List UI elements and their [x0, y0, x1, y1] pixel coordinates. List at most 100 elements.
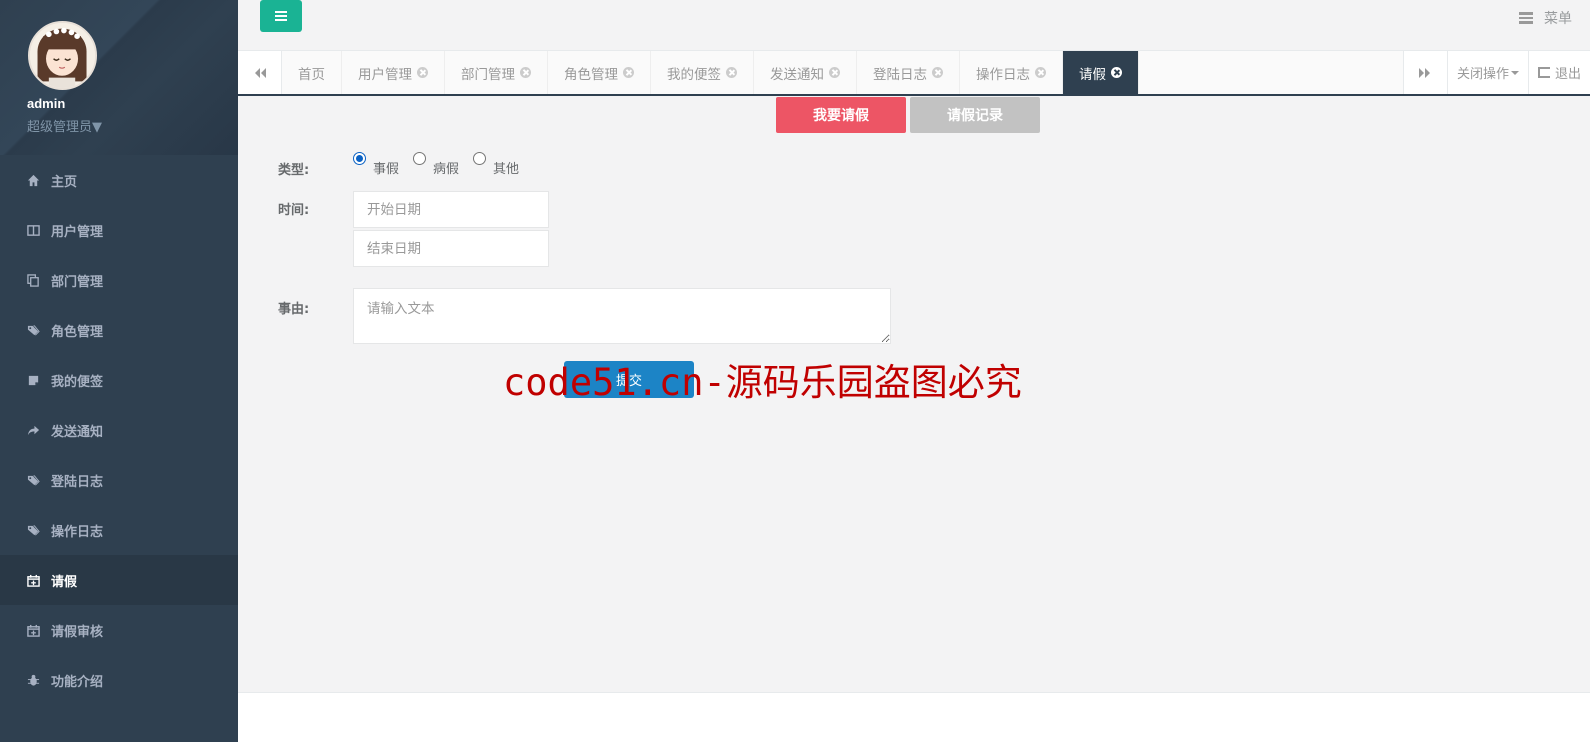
tab[interactable]: 首页 — [282, 51, 342, 94]
close-circle-icon[interactable] — [1111, 67, 1122, 78]
type-label: 类型: — [278, 163, 310, 178]
sidebar-item[interactable]: 用户管理 — [0, 205, 238, 255]
end-date-input[interactable] — [353, 230, 549, 267]
double-left-icon — [254, 67, 266, 78]
tab[interactable]: 请假 — [1063, 51, 1139, 94]
leave-type-option[interactable]: 病假 — [413, 152, 459, 177]
close-operations-label: 关闭操作 — [1456, 67, 1509, 82]
request-leave-button[interactable]: 我要请假 — [776, 97, 906, 133]
profile-name: admin — [27, 96, 66, 111]
sidebar-item[interactable]: 发送通知 — [0, 405, 238, 455]
sidebar-item-label: 角色管理 — [51, 324, 104, 340]
double-right-icon — [1419, 67, 1431, 78]
tags-icon — [26, 523, 40, 537]
tab[interactable]: 用户管理 — [342, 51, 445, 94]
reason-label: 事由: — [278, 302, 310, 317]
sidebar-item[interactable]: 主页 — [0, 155, 238, 205]
sidebar-item[interactable]: 功能介绍 — [0, 655, 238, 705]
home-icon — [26, 173, 40, 187]
leave-type-option[interactable]: 其他 — [473, 152, 519, 177]
tab[interactable]: 操作日志 — [960, 51, 1063, 94]
tags-icon — [26, 323, 40, 337]
tab[interactable]: 角色管理 — [548, 51, 651, 94]
reason-textarea[interactable] — [353, 288, 891, 344]
copy-icon — [26, 273, 40, 287]
radio-label: 事假 — [373, 162, 400, 177]
radio-button[interactable] — [353, 152, 366, 165]
radio-button[interactable] — [413, 152, 427, 165]
top-menu-button[interactable]: 菜单 — [1519, 8, 1572, 28]
tab-label: 角色管理 — [564, 66, 618, 83]
sidebar-toggle-button[interactable] — [260, 0, 302, 32]
tags-icon — [26, 473, 40, 487]
top-menu-label: 菜单 — [1544, 11, 1572, 27]
tab-label: 发送通知 — [770, 66, 824, 83]
leave-type-radio-group: 事假 病假 其他 — [353, 152, 533, 177]
radio-label: 其他 — [493, 162, 520, 177]
sidebar-item[interactable]: 我的便签 — [0, 355, 238, 405]
sidebar-item-label: 功能介绍 — [51, 674, 104, 690]
columns-icon — [26, 223, 40, 237]
tab-label: 我的便签 — [667, 66, 721, 83]
sidebar-item-label: 请假 — [51, 574, 78, 590]
radio-label: 病假 — [433, 162, 460, 177]
sidebar-item[interactable]: 请假审核 — [0, 605, 238, 655]
bars-icon — [275, 11, 287, 21]
logout-button[interactable]: 退出 — [1527, 51, 1590, 94]
sidebar-item[interactable]: 登陆日志 — [0, 455, 238, 505]
close-circle-icon[interactable] — [726, 67, 737, 78]
logout-label: 退出 — [1554, 67, 1581, 82]
avatar-image — [30, 23, 95, 88]
tab-label: 登陆日志 — [873, 66, 927, 83]
radio-button[interactable] — [473, 152, 487, 165]
top-bar: 菜单 — [238, 0, 1590, 51]
tab-scroll-left-button[interactable] — [238, 51, 282, 94]
sidebar-item[interactable]: 部门管理 — [0, 255, 238, 305]
profile-panel: admin 超级管理员▼ — [0, 0, 238, 155]
share-icon — [26, 423, 40, 437]
avatar[interactable] — [28, 21, 97, 90]
close-circle-icon[interactable] — [1035, 67, 1046, 78]
sidebar-item-label: 请假审核 — [51, 624, 104, 640]
tab-label: 操作日志 — [976, 66, 1030, 83]
sticky-note-icon — [26, 373, 40, 387]
sidebar-item-label: 部门管理 — [51, 274, 104, 290]
footer — [238, 692, 1590, 742]
close-circle-icon[interactable] — [829, 67, 840, 78]
main-content: 我要请假 请假记录 类型: 事假病假其他 时间: 事由: 提交 code51.c… — [238, 96, 1590, 692]
close-circle-icon[interactable] — [932, 67, 943, 78]
tab-label: 用户管理 — [358, 66, 412, 83]
profile-role-dropdown[interactable]: 超级管理员▼ — [27, 116, 102, 135]
tab[interactable]: 部门管理 — [445, 51, 548, 94]
sidebar-item-label: 用户管理 — [51, 224, 104, 240]
tab[interactable]: 登陆日志 — [857, 51, 960, 94]
caret-down-icon — [1510, 70, 1519, 75]
tab[interactable]: 发送通知 — [754, 51, 857, 94]
close-circle-icon[interactable] — [520, 67, 531, 78]
sign-out-icon — [1537, 67, 1550, 78]
tab-actions: 关闭操作 退出 — [1402, 51, 1590, 94]
sidebar-item-label: 登陆日志 — [51, 474, 104, 490]
sidebar-item-label: 我的便签 — [51, 374, 104, 390]
menu-icon — [1519, 12, 1533, 24]
sidebar-item-label: 主页 — [51, 174, 78, 190]
submit-button[interactable]: 提交 — [564, 361, 694, 398]
sidebar: admin 超级管理员▼ 主页用户管理部门管理角色管理我的便签发送通知登陆日志操… — [0, 0, 238, 742]
start-date-input[interactable] — [353, 191, 549, 228]
tab-label: 部门管理 — [461, 66, 515, 83]
sidebar-item-label: 发送通知 — [51, 424, 104, 440]
close-circle-icon[interactable] — [623, 67, 634, 78]
tab-label: 首页 — [298, 66, 325, 83]
calendar-plus-icon — [26, 623, 40, 637]
close-circle-icon[interactable] — [417, 67, 428, 78]
sidebar-item[interactable]: 请假 — [0, 555, 238, 605]
sidebar-nav: 主页用户管理部门管理角色管理我的便签发送通知登陆日志操作日志请假请假审核功能介绍 — [0, 155, 238, 705]
sidebar-item[interactable]: 角色管理 — [0, 305, 238, 355]
leave-records-button[interactable]: 请假记录 — [910, 97, 1040, 133]
leave-type-option[interactable]: 事假 — [353, 152, 399, 177]
close-operations-dropdown[interactable]: 关闭操作 — [1446, 51, 1528, 94]
tab[interactable]: 我的便签 — [651, 51, 754, 94]
sidebar-item[interactable]: 操作日志 — [0, 505, 238, 555]
tab-scroll-right-button[interactable] — [1402, 51, 1447, 94]
bug-icon — [26, 673, 40, 687]
